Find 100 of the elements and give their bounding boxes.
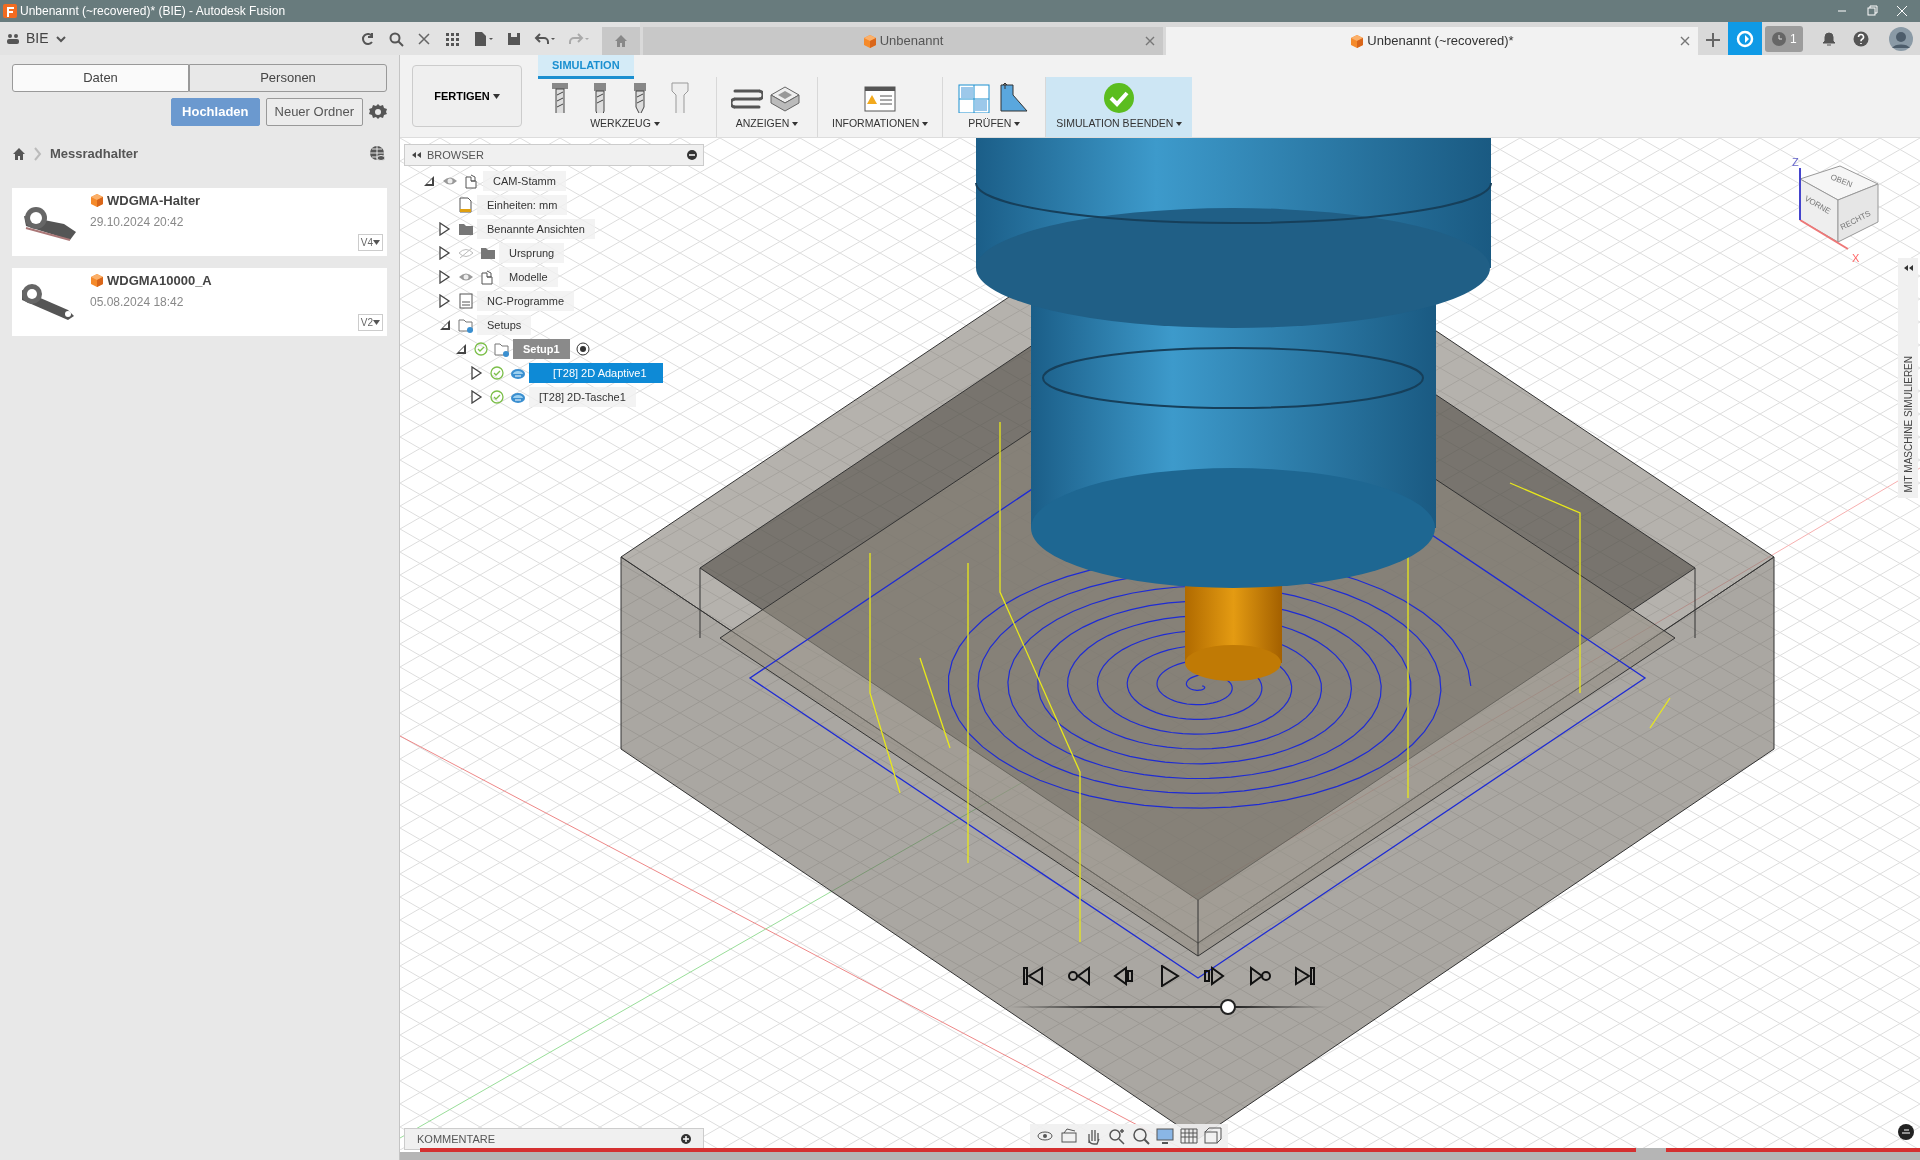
tree-item[interactable]: Modelle: [499, 266, 558, 288]
view-cube[interactable]: [1799, 165, 1879, 243]
ribbon-group-dropdown[interactable]: SIMULATION BEENDEN: [1056, 116, 1183, 132]
tree-item[interactable]: CAM-Stamm: [483, 170, 566, 192]
globe-eye-icon[interactable]: [369, 144, 387, 163]
expand-arrow-icon[interactable]: [438, 270, 452, 284]
setup-folder-icon: [494, 341, 510, 357]
component-icon: [464, 173, 480, 189]
panel-tab[interactable]: Personen: [189, 64, 387, 92]
chat-icon[interactable]: [1898, 1124, 1914, 1140]
refresh-icon[interactable]: [360, 30, 376, 47]
collapse-arrow-icon[interactable]: [454, 342, 468, 356]
new-tab-icon[interactable]: [1704, 31, 1722, 49]
save-icon[interactable]: [506, 30, 522, 47]
document-tab[interactable]: Unbenannt: [643, 27, 1163, 55]
file-date: 05.08.2024 18:42: [90, 294, 185, 311]
play-icon[interactable]: [1158, 965, 1182, 987]
browser-title: BROWSER: [427, 147, 485, 163]
tree-item[interactable]: [T28] 2D-Tasche1: [529, 386, 636, 408]
expand-arrow-icon[interactable]: [438, 222, 452, 236]
playback-slider[interactable]: [1010, 999, 1330, 1015]
version-dropdown[interactable]: V4: [357, 233, 383, 251]
expand-panel-icon[interactable]: [1903, 264, 1913, 272]
clock-icon: [1771, 31, 1787, 47]
ribbon-group-dropdown[interactable]: ANZEIGEN: [735, 116, 799, 132]
notification-bell-icon[interactable]: [1820, 31, 1837, 47]
team-name[interactable]: BIE: [26, 28, 49, 49]
tree-item[interactable]: Einheiten: mm: [477, 194, 568, 216]
sync-button[interactable]: [1728, 22, 1762, 55]
restore-icon[interactable]: [1866, 5, 1878, 17]
ribbon-group-dropdown[interactable]: PRÜFEN: [968, 116, 1021, 132]
view-cube-face-label[interactable]: OBEN: [1829, 172, 1854, 190]
tree-item[interactable]: Setups: [477, 314, 532, 336]
tree-item[interactable]: Benannte Ansichten: [477, 218, 595, 240]
expand-arrow-icon[interactable]: [438, 246, 452, 260]
tree-item[interactable]: Ursprung: [499, 242, 565, 264]
file-name: WDGMA10000_A: [107, 271, 212, 290]
minimize-icon[interactable]: [687, 150, 697, 160]
fit-view-icon[interactable]: [1132, 1127, 1150, 1145]
close-icon[interactable]: [1896, 5, 1908, 17]
ribbon-group-dropdown[interactable]: INFORMATIONEN: [832, 116, 929, 132]
file-name: WDGMA-Halter: [107, 191, 201, 210]
document-ruler-icon: [458, 197, 474, 213]
document-tab[interactable]: Unbenannt (~recovered)*: [1166, 27, 1698, 55]
breadcrumb-folder[interactable]: Messradhalter: [50, 144, 369, 164]
design-cube-icon: [90, 192, 104, 208]
caret-icon: [792, 122, 799, 127]
grid-menu-icon[interactable]: [444, 30, 460, 47]
folder-icon: [458, 221, 474, 237]
collapse-icon[interactable]: [411, 151, 421, 159]
tree-item[interactable]: [T28] 2D Adaptive1: [529, 362, 663, 384]
job-count: 1: [1790, 31, 1797, 48]
new-folder-button[interactable]: Neuer Ordner: [265, 98, 363, 126]
workspace-dropdown[interactable]: FERTIGEN: [412, 65, 522, 127]
add-comment-icon[interactable]: [681, 1134, 691, 1144]
comments-title: KOMMENTARE: [417, 1131, 497, 1147]
expand-arrow-icon[interactable]: [470, 366, 484, 380]
file-card[interactable]: WDGMA-Halter 29.10.2024 20:42 V4: [12, 187, 387, 256]
setup-folder-icon: [458, 317, 474, 333]
skip-to-end-icon[interactable]: [1293, 965, 1318, 987]
display-settings-icon[interactable]: [1156, 1127, 1174, 1145]
search-icon[interactable]: [388, 30, 404, 47]
panel-tab[interactable]: Daten: [12, 64, 190, 92]
skip-to-start-icon[interactable]: [1022, 965, 1046, 987]
user-avatar[interactable]: [1888, 27, 1913, 51]
version-dropdown[interactable]: V2: [357, 313, 383, 331]
expand-arrow-icon[interactable]: [438, 294, 452, 308]
collapse-arrow-icon[interactable]: [422, 174, 436, 188]
undo-icon[interactable]: [534, 30, 556, 47]
active-setup-icon[interactable]: [575, 342, 590, 356]
caret-icon: [922, 122, 929, 127]
file-date: 29.10.2024 20:42: [90, 214, 185, 231]
ribbon-group-dropdown[interactable]: WERKZEUG: [590, 116, 660, 132]
nc-program-icon: [458, 293, 474, 309]
window-title: Unbenannt (~recovered)* (BIE) - Autodesk Fusion: [20, 3, 287, 20]
previous-operation-icon[interactable]: [1067, 965, 1092, 987]
check-circle-icon: [490, 366, 504, 380]
look-at-icon[interactable]: [1060, 1127, 1078, 1145]
zoom-icon[interactable]: [1108, 1127, 1126, 1145]
home-icon[interactable]: [12, 146, 26, 161]
caret-icon: [373, 240, 380, 246]
close-icon[interactable]: [416, 30, 432, 47]
design-cube-icon: [1350, 33, 1365, 49]
file-menu-icon[interactable]: [472, 30, 494, 47]
caret-icon: [373, 320, 380, 326]
component-icon: [480, 269, 496, 285]
close-tab-icon[interactable]: [1145, 36, 1155, 46]
file-card[interactable]: WDGMA10000_A 05.08.2024 18:42 V2: [12, 267, 387, 336]
collapse-arrow-icon[interactable]: [438, 318, 452, 332]
next-operation-icon[interactable]: [1248, 965, 1273, 987]
check-circle-icon[interactable]: [1102, 81, 1137, 113]
close-tab-icon[interactable]: [1680, 36, 1690, 46]
expand-arrow-icon[interactable]: [470, 390, 484, 404]
settings-icon[interactable]: [369, 103, 387, 121]
viewports-icon[interactable]: [1204, 1127, 1222, 1145]
tree-item[interactable]: NC-Programme: [477, 290, 574, 312]
side-panel-label[interactable]: MIT MASCHINE SIMULIEREN: [1900, 355, 1916, 492]
grid-settings-icon[interactable]: [1180, 1127, 1198, 1145]
axis-label: X: [1852, 252, 1860, 264]
help-icon[interactable]: [1852, 31, 1869, 47]
